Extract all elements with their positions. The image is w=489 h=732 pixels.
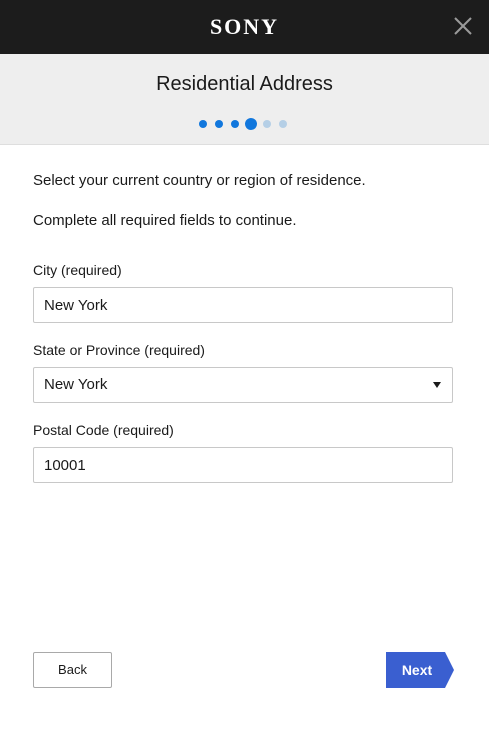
postal-code-field[interactable] <box>33 447 453 483</box>
city-field[interactable] <box>33 287 453 323</box>
postal-code-label: Postal Code (required) <box>33 422 174 438</box>
progress-dot-4 <box>245 118 257 130</box>
state-selected-value: New York <box>44 376 108 393</box>
progress-dot-1 <box>199 120 207 128</box>
close-icon <box>454 17 472 35</box>
progress-dot-6 <box>279 120 287 128</box>
intro-text: Select your current country or region of… <box>33 172 366 189</box>
city-label: City (required) <box>33 262 122 278</box>
required-notice: Complete all required fields to continue… <box>33 212 297 229</box>
progress-dot-2 <box>215 120 223 128</box>
sony-logo: SONY <box>209 14 280 39</box>
state-select[interactable]: New York <box>33 367 453 403</box>
chevron-down-icon <box>433 382 441 388</box>
page-title: Residential Address <box>156 73 333 95</box>
state-label: State or Province (required) <box>33 342 205 358</box>
next-button-label: Next <box>401 662 433 678</box>
close-button[interactable] <box>452 15 474 37</box>
back-button[interactable]: Back <box>33 652 112 688</box>
step-header: Residential Address <box>0 54 489 145</box>
progress-dot-3 <box>231 120 239 128</box>
next-button[interactable]: Next <box>386 652 454 688</box>
progress-dot-5 <box>263 120 271 128</box>
top-bar: SONY <box>0 0 489 54</box>
